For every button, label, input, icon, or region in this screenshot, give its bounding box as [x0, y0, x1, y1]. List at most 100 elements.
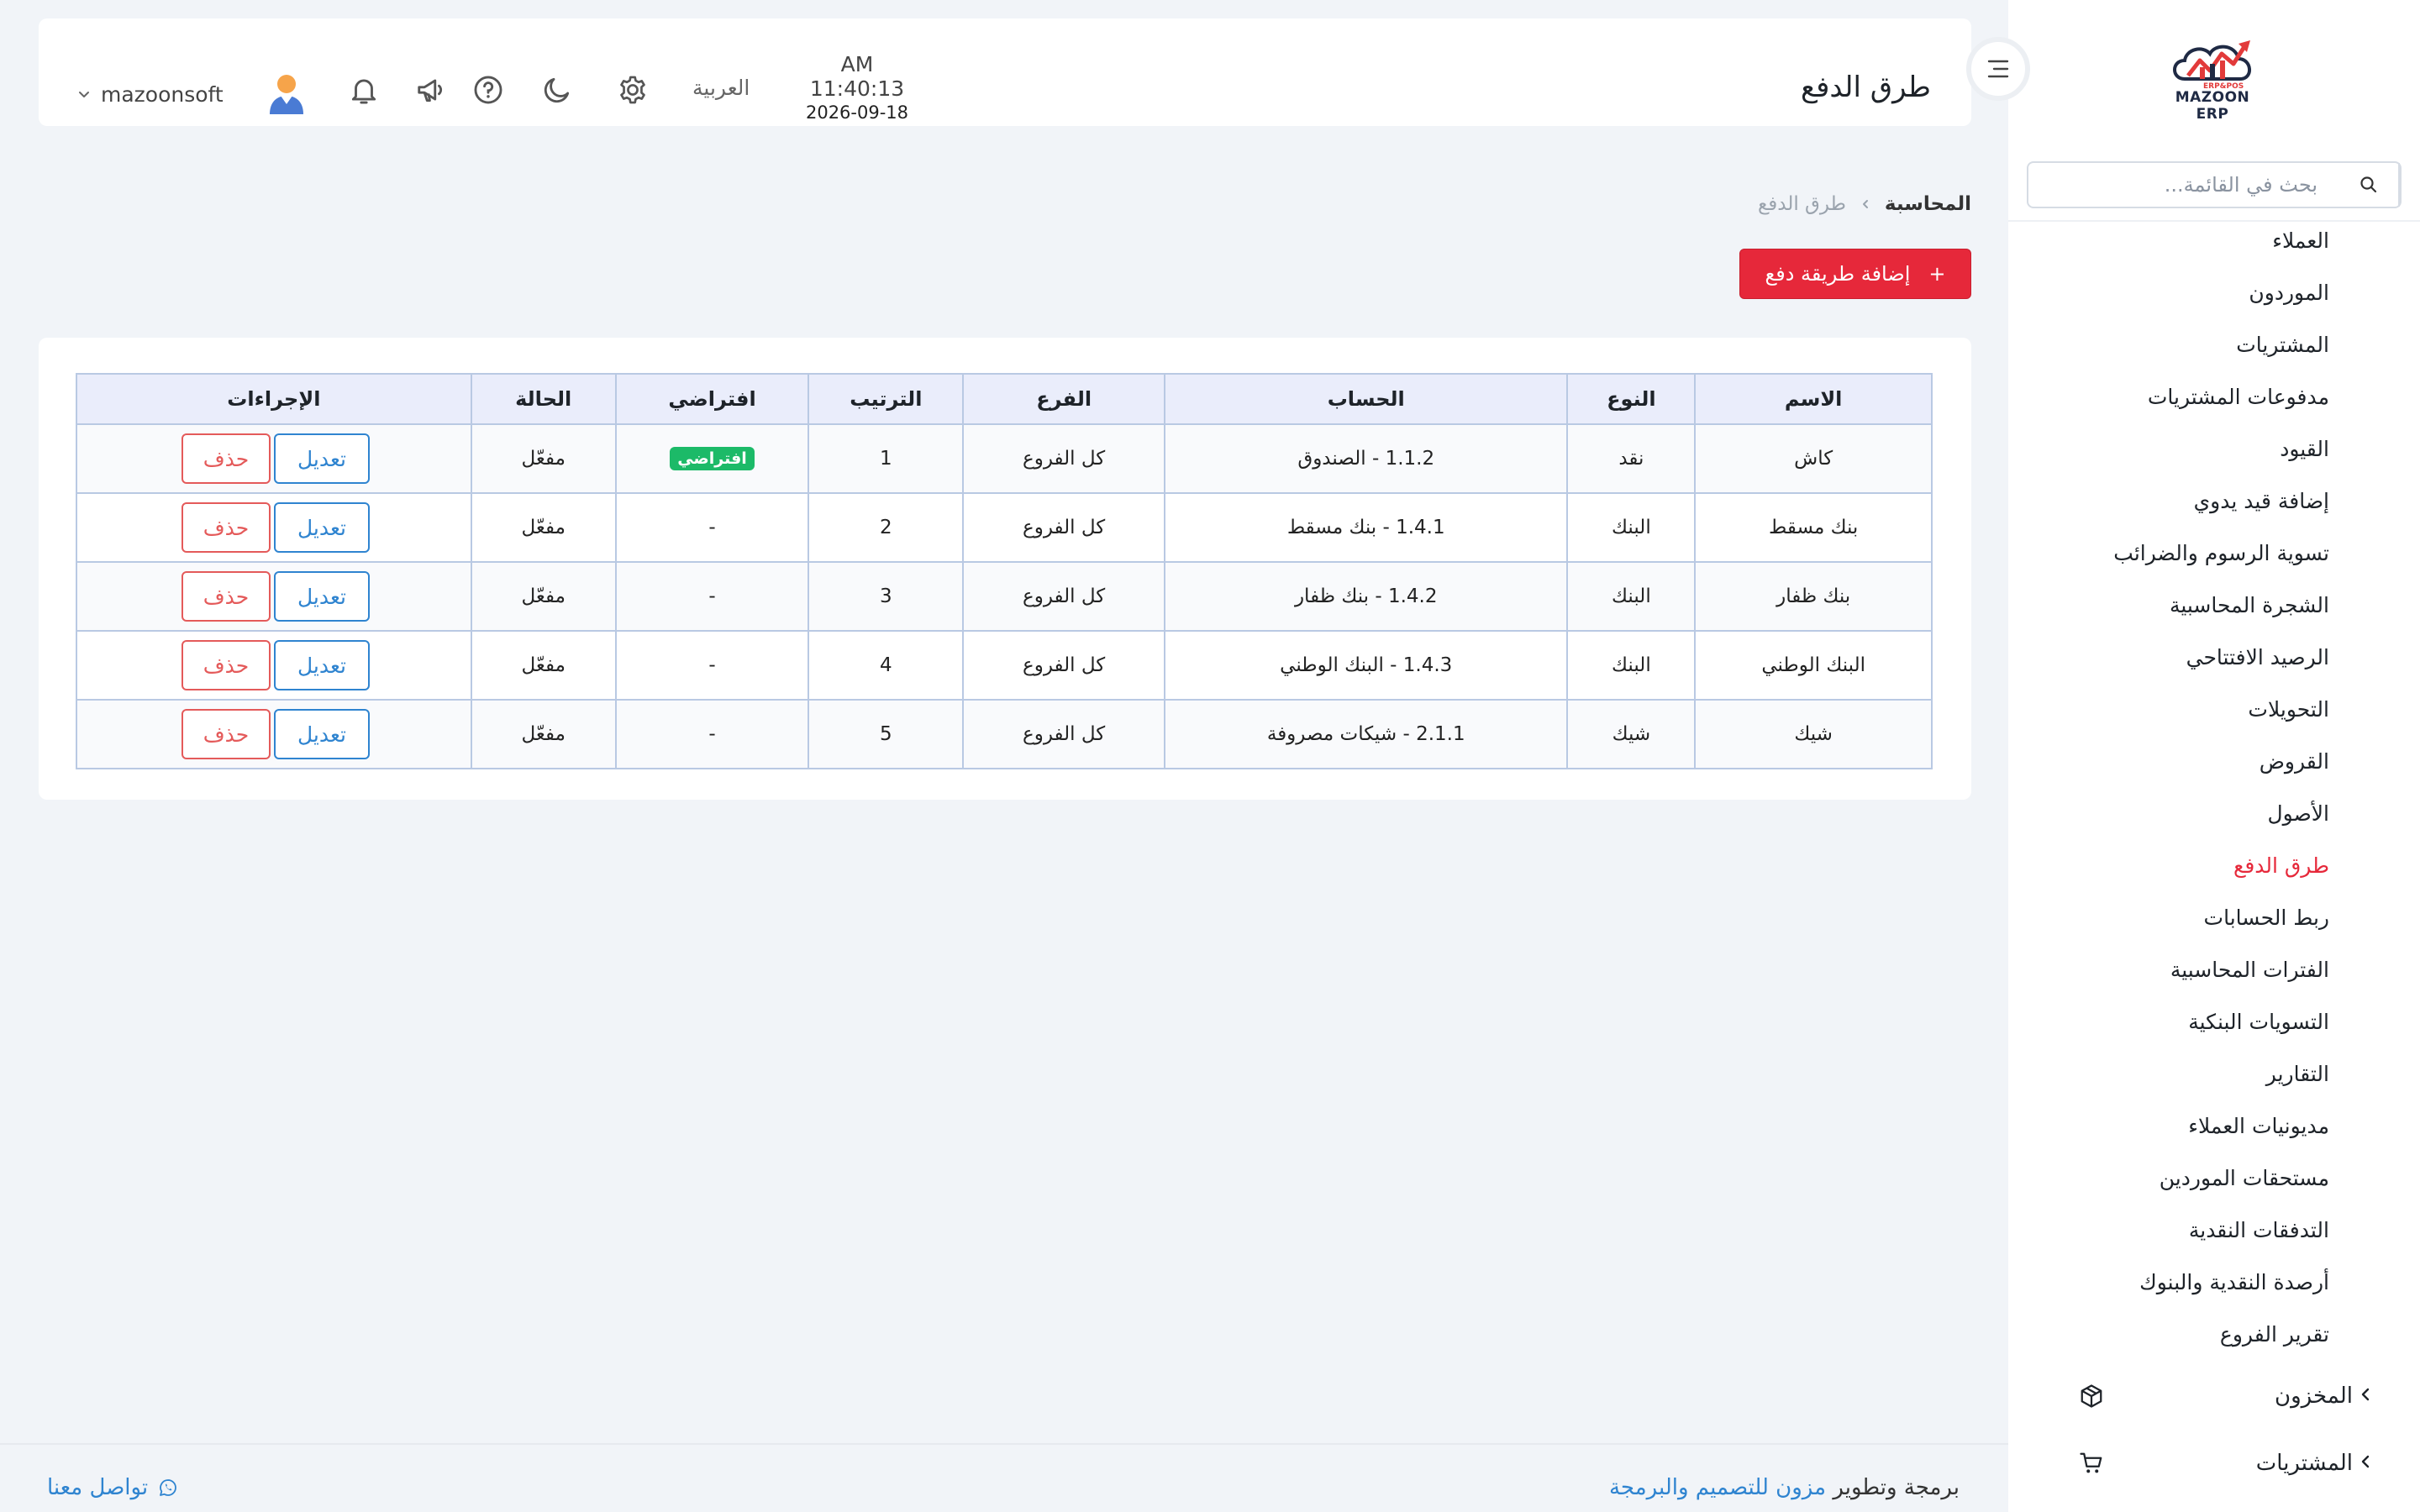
sidebar-item[interactable]: إضافة قيد يدوي — [2010, 482, 2329, 534]
cell-branch: كل الفروع — [962, 492, 1166, 563]
delete-button[interactable]: حذف — [182, 640, 271, 690]
sidebar-item[interactable]: مستحقات الموردين — [2010, 1159, 2329, 1211]
add-payment-method-button[interactable]: + إضافة طريقة دفع — [1739, 249, 1971, 299]
column-header-type: النوع — [1566, 373, 1697, 425]
sidebar-item[interactable]: العملاء — [2010, 222, 2329, 274]
payment-methods-card: الاسم النوع الحساب الفرع الترتيب افتراضي… — [39, 338, 1971, 800]
footer-credit: برمجة وتطوير مزون للتصميم والبرمجة — [1609, 1475, 1960, 1500]
cell-order: 4 — [808, 630, 965, 701]
sidebar-item[interactable]: الفترات المحاسبية — [2010, 951, 2329, 1003]
sidebar-item[interactable]: مديونيات العملاء — [2010, 1107, 2329, 1159]
cell-order: 1 — [808, 423, 965, 494]
footer-credit-link[interactable]: مزون للتصميم والبرمجة — [1609, 1475, 1826, 1500]
sidebar-item[interactable]: القروض — [2010, 743, 2329, 795]
delete-button[interactable]: حذف — [182, 709, 271, 759]
help-button[interactable] — [471, 72, 506, 108]
language-switch[interactable]: العربية — [692, 76, 750, 100]
sidebar-item[interactable]: الموردون — [2010, 274, 2329, 326]
sidebar-item[interactable]: القيود — [2010, 430, 2329, 482]
search-button[interactable] — [2339, 163, 2400, 207]
cell-name: بنك ظفار — [1694, 561, 1933, 632]
cell-status: مفعّل — [470, 423, 617, 494]
sidebar-menu: العملاء الموردون المشتريات مدفوعات المشتريا… — [2010, 222, 2329, 1368]
breadcrumb: المحاسبة طرق الدفع — [1758, 193, 1971, 215]
whatsapp-icon — [160, 1479, 177, 1496]
dark-mode-toggle[interactable] — [539, 72, 575, 108]
breadcrumb-root[interactable]: المحاسبة — [1885, 193, 1971, 215]
cell-name: شيك — [1694, 699, 1933, 769]
contact-us-label: تواصل معنا — [47, 1475, 149, 1500]
cell-actions: حذف تعديل — [76, 492, 472, 563]
column-header-name: الاسم — [1694, 373, 1933, 425]
username: mazoonsoft — [101, 81, 224, 107]
sidebar-toggle-button[interactable] — [1966, 37, 2030, 101]
sidebar-item[interactable]: أرصدة النقدية والبنوك — [2010, 1263, 2329, 1315]
clock: AM 11:40:13 2026-09-18 — [797, 52, 918, 123]
sidebar-item[interactable]: تقرير الفروع — [2010, 1315, 2329, 1368]
chevron-left-icon — [1860, 193, 1871, 215]
column-header-status: الحالة — [470, 373, 617, 425]
logo-text: MAZOON ERP — [2175, 89, 2250, 123]
plus-icon: + — [1928, 262, 1946, 286]
column-header-account: الحساب — [1164, 373, 1569, 425]
contact-us-link[interactable]: تواصل معنا — [47, 1475, 178, 1500]
add-button-label: إضافة طريقة دفع — [1765, 262, 1911, 286]
settings-button[interactable] — [615, 72, 650, 108]
edit-button[interactable]: تعديل — [274, 640, 370, 690]
cell-type: البنك — [1566, 561, 1697, 632]
cell-status: مفعّل — [470, 699, 617, 769]
sidebar-group-purchases[interactable]: المشتريات — [2042, 1438, 2378, 1488]
search-input[interactable] — [2028, 173, 2339, 197]
cell-name: بنك مسقط — [1694, 492, 1933, 563]
notifications-button[interactable] — [346, 72, 381, 108]
user-menu[interactable]: mazoonsoft — [77, 72, 306, 116]
cell-type: البنك — [1566, 630, 1697, 701]
sidebar-item[interactable]: التدفقات النقدية — [2010, 1211, 2329, 1263]
footer-credit-prefix: برمجة وتطوير — [1833, 1475, 1960, 1500]
cell-default: افتراضي — [614, 423, 810, 494]
bell-icon — [351, 79, 376, 104]
table-row: بنك مسقط البنك 1.4.1 - بنك مسقط كل الفروع 2-… — [76, 492, 1933, 563]
sidebar-item[interactable]: ربط الحسابات — [2010, 899, 2329, 951]
box-icon — [2077, 1382, 2106, 1410]
delete-button[interactable]: حذف — [182, 571, 271, 622]
cell-type: البنك — [1566, 492, 1697, 563]
table-header-row: الاسم النوع الحساب الفرع الترتيب افتراضي… — [76, 373, 1933, 425]
logo-subtitle: ERP&POS — [2203, 82, 2244, 91]
sidebar-search — [2027, 161, 2402, 208]
sidebar-item[interactable]: الأصول — [2010, 795, 2329, 847]
cell-name: كاش — [1694, 423, 1933, 494]
sidebar-group-label: المخزون — [2275, 1383, 2353, 1409]
footer-divider — [0, 1443, 2008, 1445]
table-row: كاش نقد 1.1.2 - الصندوق كل الفروع 1 افتراضي مف… — [76, 423, 1933, 494]
cell-branch: كل الفروع — [962, 699, 1166, 769]
cell-default: - — [614, 630, 810, 701]
sidebar-item[interactable]: المشتريات — [2010, 326, 2329, 378]
app-logo[interactable]: ERP&POS MAZOON ERP — [2158, 35, 2267, 123]
edit-button[interactable]: تعديل — [274, 502, 370, 553]
delete-button[interactable]: حذف — [182, 502, 271, 553]
cell-type: نقد — [1566, 423, 1697, 494]
column-header-branch: الفرع — [962, 373, 1166, 425]
column-header-actions: الإجراءات — [76, 373, 472, 425]
cell-default: - — [614, 561, 810, 632]
sidebar-item[interactable]: تسوية الرسوم والضرائب — [2010, 534, 2329, 586]
moon-icon — [544, 77, 570, 103]
cell-branch: كل الفروع — [962, 423, 1166, 494]
cell-order: 3 — [808, 561, 965, 632]
sidebar-item[interactable]: طرق الدفع — [2010, 847, 2329, 899]
sidebar-item[interactable]: مدفوعات المشتريات — [2010, 378, 2329, 430]
sidebar-item[interactable]: التسويات البنكية — [2010, 1003, 2329, 1055]
delete-button[interactable]: حذف — [182, 433, 271, 484]
edit-button[interactable]: تعديل — [274, 433, 370, 484]
sidebar-item[interactable]: التقارير — [2010, 1055, 2329, 1107]
announcements-button[interactable] — [413, 72, 449, 108]
sidebar-item[interactable]: التحويلات — [2010, 690, 2329, 743]
edit-button[interactable]: تعديل — [274, 571, 370, 622]
sidebar-group-inventory[interactable]: المخزون — [2042, 1371, 2378, 1421]
sidebar: ERP&POS MAZOON ERP العملاءالموردونالمشتر… — [2008, 0, 2420, 1512]
help-icon — [474, 76, 502, 104]
edit-button[interactable]: تعديل — [274, 709, 370, 759]
sidebar-item[interactable]: الشجرة المحاسبية — [2010, 586, 2329, 638]
sidebar-item[interactable]: الرصيد الافتتاحي — [2010, 638, 2329, 690]
